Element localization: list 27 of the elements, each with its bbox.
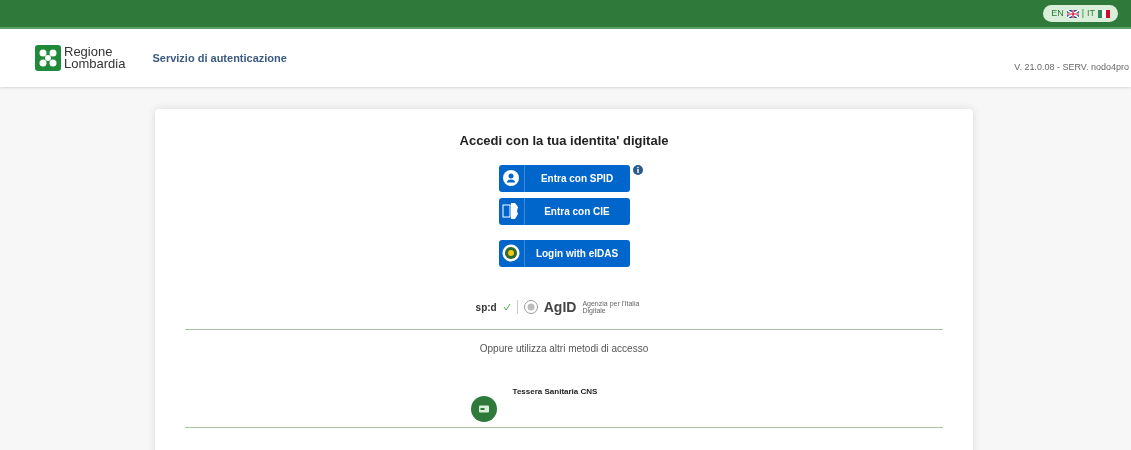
id-card-icon bbox=[502, 202, 520, 220]
spid-logo-text: sp:d bbox=[475, 300, 497, 315]
language-switcher[interactable]: EN | IT bbox=[1043, 5, 1118, 22]
method-label: Tessera Sanitaria CNS bbox=[512, 385, 598, 398]
separator-text: | bbox=[1081, 6, 1084, 20]
logo-text: Lombardia bbox=[64, 58, 126, 70]
uk-flag-icon bbox=[1066, 9, 1079, 18]
logo-text: Regione bbox=[64, 46, 114, 58]
check-icon bbox=[502, 303, 511, 311]
logo-icon bbox=[35, 45, 61, 71]
emblem-icon bbox=[523, 300, 538, 314]
login-title: Accedi con la tua identita' digitale bbox=[459, 132, 669, 150]
version-text: V. 21.0.08 - SERV. nodo4pro bbox=[1014, 61, 1129, 75]
login-button[interactable]: Entra con SPID bbox=[498, 164, 630, 192]
card-icon bbox=[470, 395, 497, 422]
person-icon bbox=[503, 170, 519, 186]
service-title: Servizio di autenticazione bbox=[152, 50, 287, 66]
method-option[interactable]: Tessera Sanitaria CNS bbox=[470, 385, 598, 422]
login-button[interactable]: Login with eIDAS bbox=[498, 239, 630, 267]
italy-flag-icon bbox=[1098, 9, 1110, 18]
language-link[interactable]: EN bbox=[1051, 6, 1064, 21]
other-methods-text: Oppure utilizza altri metodi di accesso bbox=[479, 341, 649, 356]
language-link[interactable]: IT bbox=[1087, 6, 1095, 21]
info-icon[interactable] bbox=[632, 164, 643, 175]
agid-logo-text: AgID bbox=[543, 297, 577, 317]
login-button[interactable]: Entra con CIE bbox=[498, 197, 630, 225]
emblem-icon bbox=[502, 244, 520, 262]
